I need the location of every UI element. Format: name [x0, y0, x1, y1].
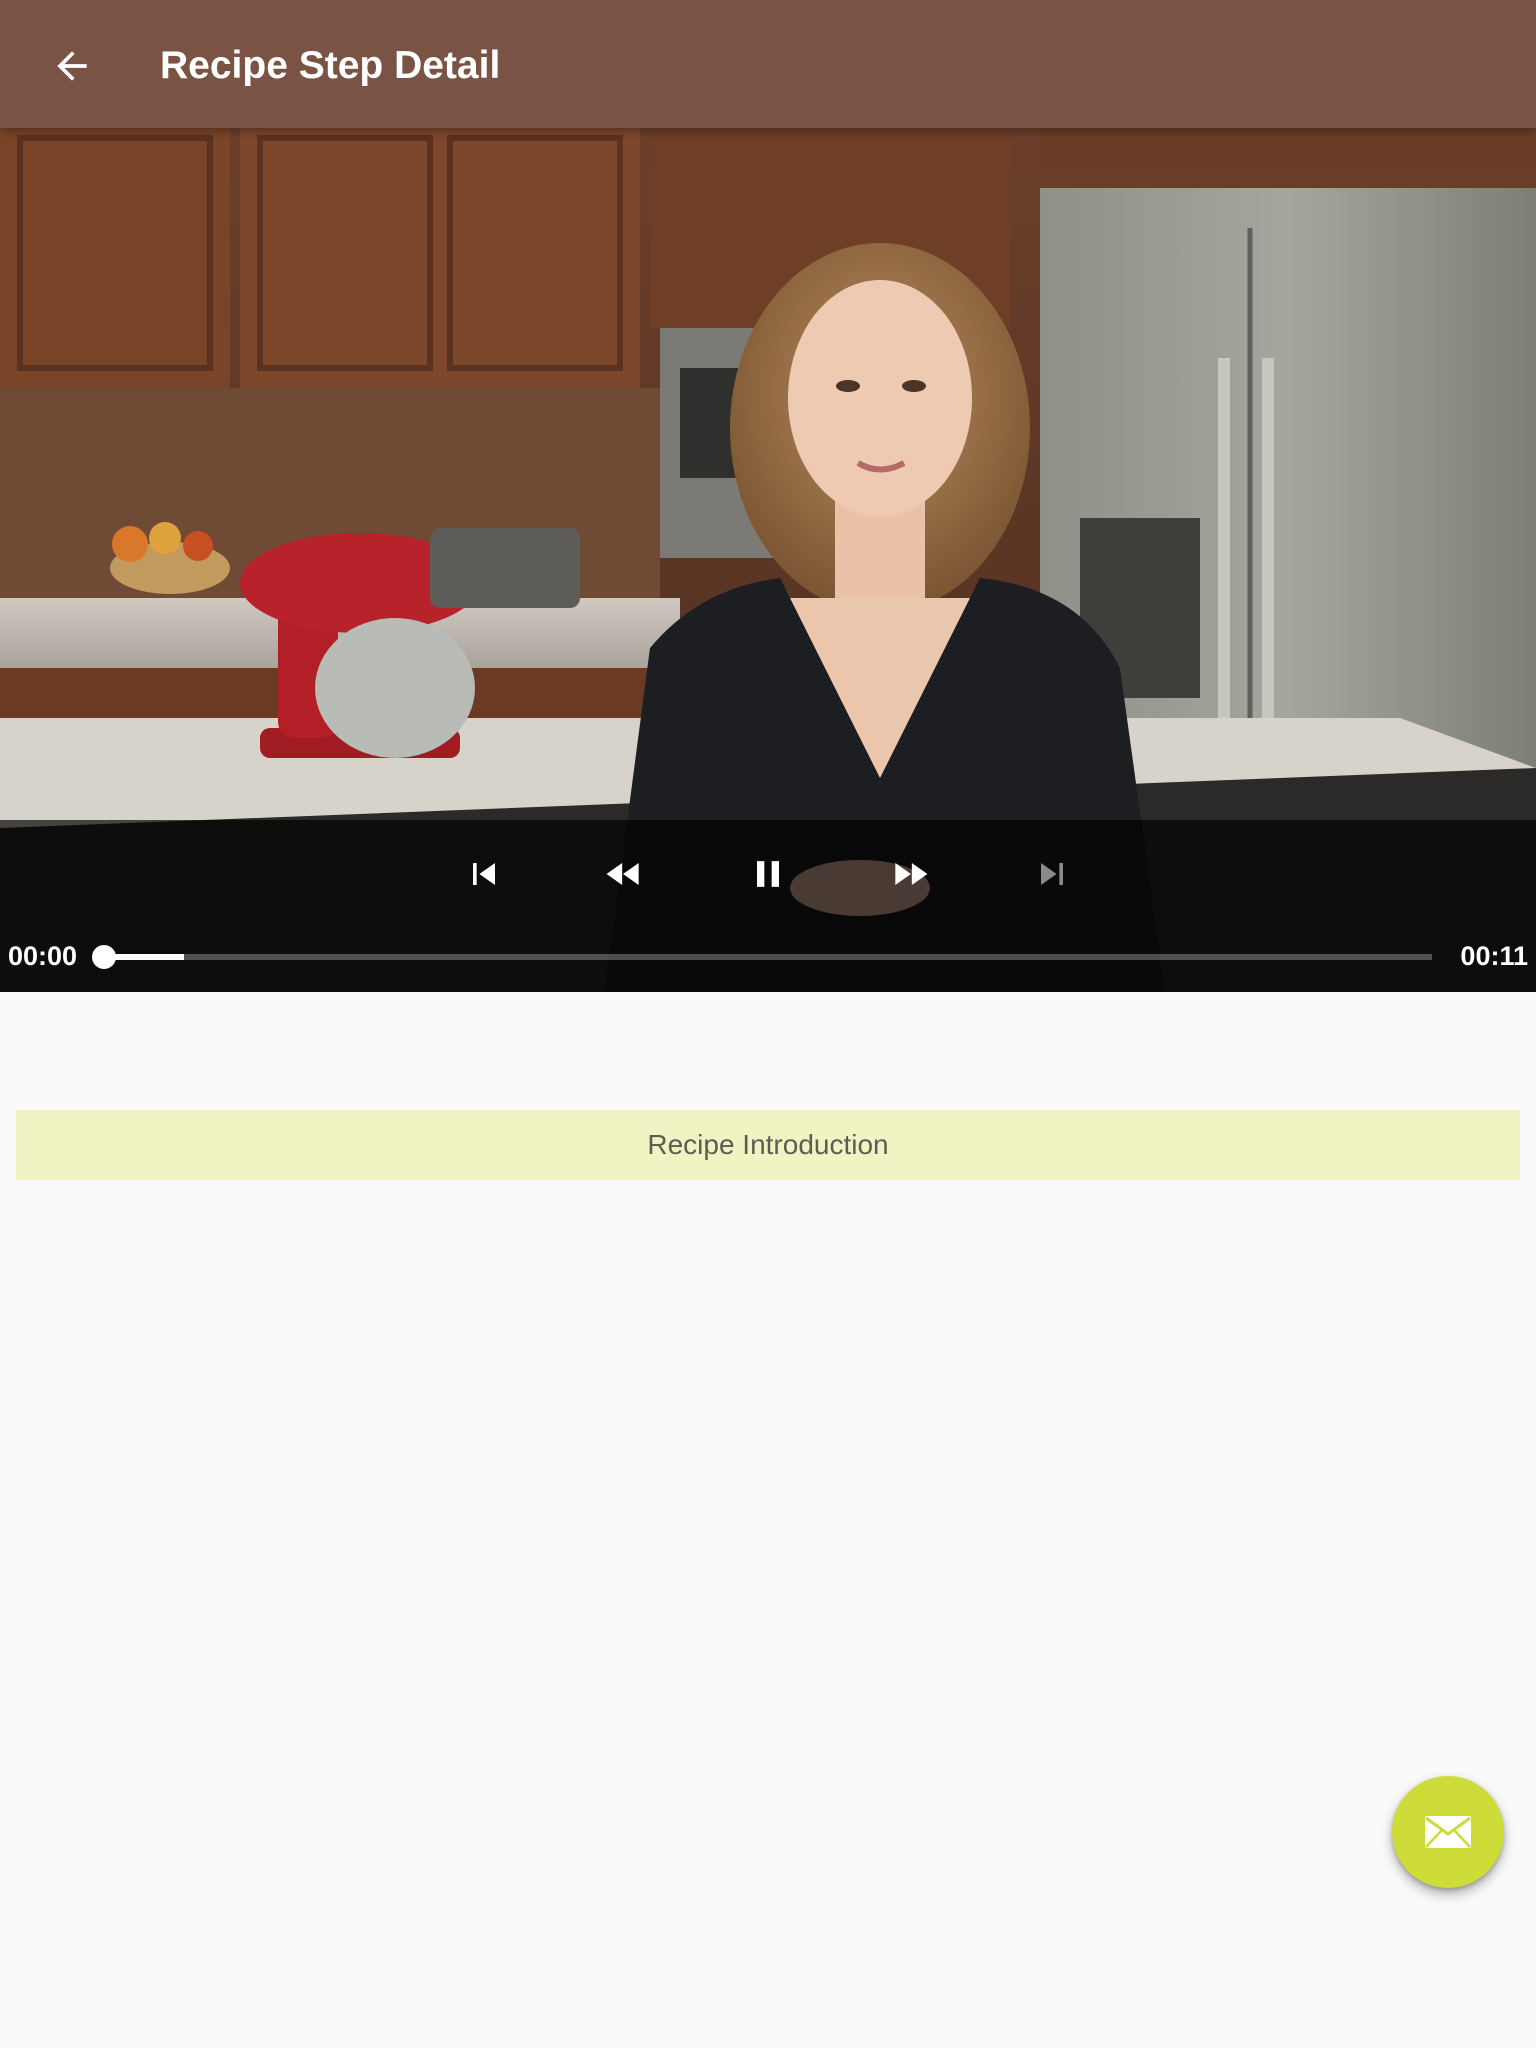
- step-description: Recipe Introduction: [16, 1110, 1520, 1180]
- seek-bar[interactable]: [92, 945, 1432, 969]
- current-time: 00:00: [8, 941, 78, 971]
- skip-next-button[interactable]: [1020, 842, 1084, 906]
- fast-forward-button[interactable]: [878, 842, 942, 906]
- pause-icon: [757, 861, 779, 887]
- skip-previous-button[interactable]: [452, 842, 516, 906]
- page-title: Recipe Step Detail: [160, 44, 501, 87]
- video-player[interactable]: 00:00 00:11: [0, 128, 1536, 992]
- duration-time: 00:11: [1460, 941, 1528, 971]
- arrow-back-icon: [57, 51, 87, 81]
- email-fab-button[interactable]: [1392, 1776, 1504, 1888]
- player-controls: 00:00 00:11: [0, 820, 1536, 992]
- pause-button[interactable]: [736, 842, 800, 906]
- seek-thumb[interactable]: [92, 945, 116, 969]
- rewind-icon: [606, 863, 639, 885]
- rewind-button[interactable]: [592, 842, 656, 906]
- back-button[interactable]: [36, 30, 108, 102]
- email-icon: [1425, 1816, 1471, 1848]
- skip-next-icon: [1041, 863, 1063, 885]
- app-bar: Recipe Step Detail: [0, 0, 1536, 128]
- skip-previous-icon: [473, 863, 495, 885]
- fast-forward-icon: [895, 863, 928, 885]
